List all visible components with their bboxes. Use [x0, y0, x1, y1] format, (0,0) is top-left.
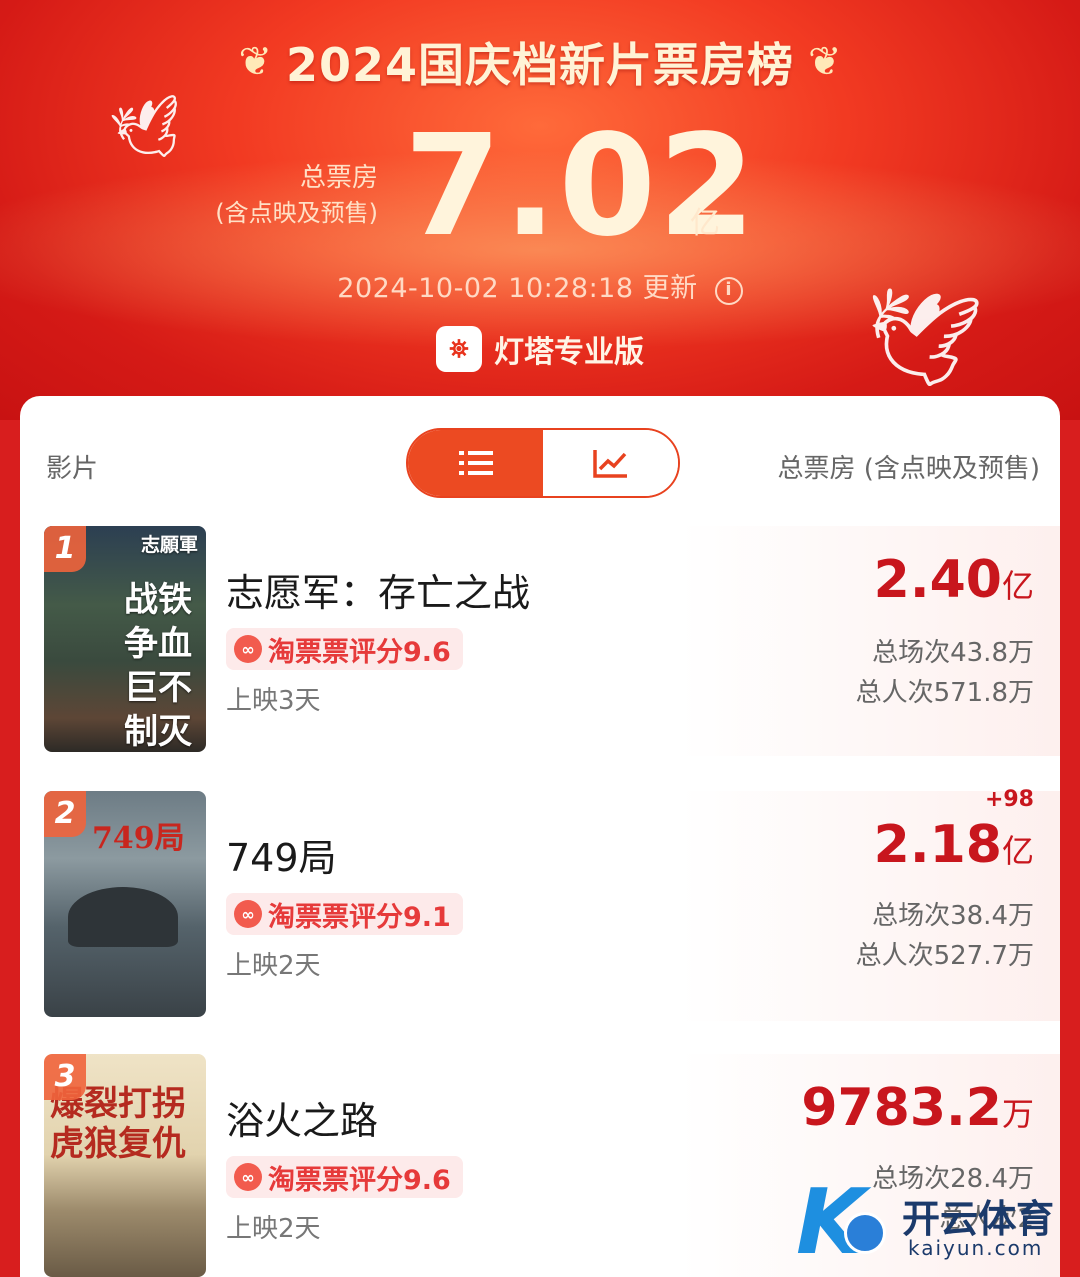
list-view-button[interactable]	[408, 430, 543, 496]
days-released: 上映3天	[226, 686, 321, 716]
film-title: 749局	[226, 836, 337, 880]
film-title: 志愿军：存亡之战	[226, 571, 531, 615]
chart-view-button[interactable]	[543, 430, 678, 496]
header-banner: 🕊 🕊 ❦ 2024国庆档新片票房榜 ❦ 总票房 (含点映及预售) 7.02 亿…	[0, 0, 1080, 420]
box-office: 9783.2万	[801, 1078, 1034, 1138]
ranking-card: 影片 总票房 (含点映及预售) 志願軍 战铁 争血 巨不 制灭 1 志愿军：存亡…	[20, 396, 1060, 1277]
info-icon[interactable]: i	[714, 277, 743, 305]
rank-badge: 3	[44, 1054, 86, 1100]
brand-name: 灯塔专业版	[494, 335, 644, 370]
total-screenings: 总场次38.4万	[872, 901, 1034, 931]
box-office: 2.18亿	[873, 815, 1034, 875]
column-header-film: 影片	[46, 454, 99, 484]
total-admissions: 总人次571.8万	[855, 678, 1034, 708]
column-header-box-office: 总票房 (含点映及预售)	[777, 454, 1040, 484]
box-office: 2.40亿	[873, 550, 1034, 610]
film-poster: 749局 2	[44, 791, 206, 1017]
rating-badge: ∞ 淘票票评分9.1	[226, 893, 463, 935]
rank-badge: 1	[44, 526, 86, 572]
film-poster: 志願軍 战铁 争血 巨不 制灭 1	[44, 526, 206, 752]
days-released: 上映2天	[226, 1214, 321, 1244]
film-poster: 爆裂打拐 虎狼复仇 3	[44, 1054, 206, 1277]
ball-icon	[844, 1212, 886, 1254]
trend-chart-icon	[592, 450, 627, 478]
days-released: 上映2天	[226, 951, 321, 981]
box-office-delta: +98	[984, 787, 1034, 812]
total-label: 总票房	[299, 163, 378, 193]
total-sub-label: (含点映及预售)	[215, 199, 378, 227]
rating-badge: ∞ 淘票票评分9.6	[226, 1156, 463, 1198]
total-unit: 亿	[690, 206, 720, 241]
watermark-domain: kaiyun.com	[908, 1236, 1044, 1260]
taopiaopiao-icon: ∞	[234, 900, 262, 928]
list-icon	[458, 451, 493, 475]
rating-badge: ∞ 淘票票评分9.6	[226, 628, 463, 670]
total-admissions: 总人次527.7万	[855, 941, 1034, 971]
taopiaopiao-icon: ∞	[234, 635, 262, 663]
laurel-left-icon: ❦	[238, 39, 272, 85]
laurel-right-icon: ❦	[808, 39, 842, 85]
watermark-logo: K 开云体育 kaiyun.com	[790, 1172, 1080, 1277]
update-time: 2024-10-02 10:28:18 更新	[337, 273, 698, 304]
taopiaopiao-icon: ∞	[234, 1163, 262, 1191]
film-row[interactable]: 749局 2 749局 ∞ 淘票票评分9.1 上映2天 +98 2.18亿 总场…	[20, 787, 1060, 1021]
lighthouse-icon: ⛯	[436, 326, 482, 372]
title-row: ❦ 2024国庆档新片票房榜 ❦	[0, 22, 1080, 102]
update-row: 2024-10-02 10:28:18 更新 i	[0, 266, 1080, 305]
film-row[interactable]: 志願軍 战铁 争血 巨不 制灭 1 志愿军：存亡之战 ∞ 淘票票评分9.6 上映…	[20, 526, 1060, 756]
total-screenings: 总场次43.8万	[872, 638, 1034, 668]
view-toggle	[406, 428, 680, 498]
page-title: 2024国庆档新片票房榜	[285, 38, 795, 92]
watermark-name: 开云体育	[902, 1197, 1055, 1241]
total-label-group: 总票房 (含点映及预售)	[200, 160, 378, 230]
film-title: 浴火之路	[226, 1099, 379, 1143]
brand-row: ⛯ 灯塔专业版	[0, 326, 1080, 372]
rank-badge: 2	[44, 791, 86, 837]
